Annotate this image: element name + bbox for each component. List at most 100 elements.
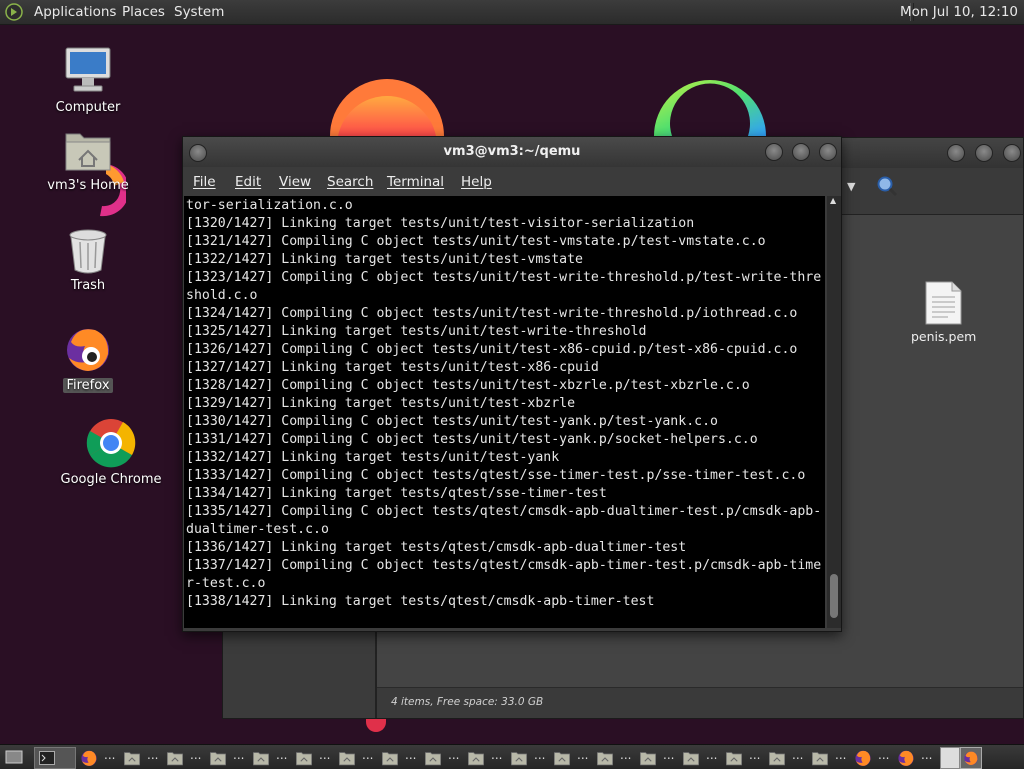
text-file-icon	[925, 281, 962, 325]
terminal-line: [1321/1427] Compiling C object tests/uni…	[186, 234, 766, 249]
terminal-screen[interactable]: tor-serialization.c.o [1320/1427] Linking…	[184, 196, 825, 628]
maximize-button[interactable]	[792, 143, 810, 161]
wallpaper-orange-arc	[330, 79, 444, 136]
chrome-icon	[86, 419, 136, 468]
terminal-line: [1335/1427] Compiling C object tests/qte…	[186, 504, 822, 519]
clock[interactable]: Mon Jul 10, 12:10	[900, 4, 1018, 20]
search-icon[interactable]	[875, 174, 899, 198]
home-folder-icon[interactable]	[768, 748, 786, 768]
taskbar-item-terminal[interactable]	[34, 747, 76, 769]
system-menu[interactable]: System	[174, 4, 224, 20]
home-folder-icon[interactable]	[123, 748, 141, 768]
menu-help[interactable]: Help	[461, 174, 492, 190]
taskbar-ellipsis: ...	[319, 748, 331, 762]
bottom-taskbar: ........................................…	[0, 744, 1024, 769]
taskbar-ellipsis: ...	[534, 748, 546, 762]
menu-file[interactable]: File	[193, 174, 216, 190]
terminal-line: dualtimer-test.c.o	[186, 522, 329, 537]
taskbar-item-blank[interactable]	[940, 747, 960, 769]
terminal-line: [1331/1427] Compiling C object tests/uni…	[186, 432, 758, 447]
terminal-line: [1322/1427] Linking target tests/unit/te…	[186, 252, 583, 267]
close-button[interactable]	[819, 143, 837, 161]
terminal-menubar: File Edit View Search Terminal Help	[183, 167, 841, 195]
firefox-icon	[67, 329, 109, 371]
firefox-icon[interactable]	[897, 748, 915, 768]
terminal-line: [1332/1427] Linking target tests/unit/te…	[186, 450, 560, 465]
wallpaper-red-dot	[366, 718, 386, 732]
computer-icon	[65, 47, 111, 92]
taskbar-ellipsis: ...	[448, 748, 460, 762]
desktop-icon-home[interactable]: vm3's Home	[33, 126, 143, 193]
desktop-icon-computer[interactable]: Computer	[33, 44, 143, 115]
file-item-penis-pem[interactable]: penis.pem	[911, 281, 977, 345]
terminal-line: [1333/1427] Compiling C object tests/qte…	[186, 468, 806, 483]
taskbar-ellipsis: ...	[405, 748, 417, 762]
mate-logo-icon[interactable]	[5, 3, 23, 21]
terminal-line: [1330/1427] Compiling C object tests/uni…	[186, 414, 718, 429]
menu-terminal[interactable]: Terminal	[387, 174, 444, 190]
taskbar-item-firefox-active[interactable]	[960, 747, 982, 769]
home-folder-icon[interactable]	[510, 748, 528, 768]
minimize-button[interactable]	[947, 144, 965, 162]
applications-menu[interactable]: Applications	[34, 4, 116, 20]
taskbar-ellipsis: ...	[663, 748, 675, 762]
places-menu[interactable]: Places	[122, 4, 165, 20]
firefox-icon[interactable]	[80, 748, 98, 768]
home-folder-icon[interactable]	[338, 748, 356, 768]
home-folder-icon[interactable]	[811, 748, 829, 768]
taskbar-ellipsis: ...	[921, 748, 933, 762]
terminal-line: shold.c.o	[186, 288, 258, 303]
home-folder-icon[interactable]	[295, 748, 313, 768]
home-folder-icon[interactable]	[682, 748, 700, 768]
taskbar-ellipsis: ...	[147, 748, 159, 762]
maximize-button[interactable]	[975, 144, 993, 162]
menu-search[interactable]: Search	[327, 174, 373, 190]
close-button[interactable]	[1003, 144, 1021, 162]
terminal-line: [1325/1427] Linking target tests/unit/te…	[186, 324, 647, 339]
terminal-titlebar[interactable]: vm3@vm3:~/qemu	[183, 137, 841, 167]
show-desktop-icon[interactable]	[4, 747, 24, 767]
file-item-label: penis.pem	[911, 329, 977, 344]
menu-view[interactable]: View	[279, 174, 311, 190]
minimize-button[interactable]	[765, 143, 783, 161]
chevron-down-icon[interactable]: ▼	[847, 180, 855, 193]
home-folder-icon[interactable]	[639, 748, 657, 768]
firefox-icon[interactable]	[854, 748, 872, 768]
taskbar-ellipsis: ...	[835, 748, 847, 762]
taskbar-ellipsis: ...	[792, 748, 804, 762]
desktop-icon-label: vm3's Home	[47, 178, 129, 193]
terminal-window[interactable]: vm3@vm3:~/qemu File Edit View Search Ter…	[182, 136, 842, 632]
taskbar-ellipsis: ...	[362, 748, 374, 762]
home-folder-icon[interactable]	[381, 748, 399, 768]
desktop-icon-label: Firefox	[63, 378, 113, 393]
desktop-icon-trash[interactable]: Trash	[33, 228, 143, 293]
terminal-line: [1326/1427] Compiling C object tests/uni…	[186, 342, 798, 357]
terminal-line: [1324/1427] Compiling C object tests/uni…	[186, 306, 798, 321]
file-manager-statusbar: 4 items, Free space: 33.0 GB	[377, 687, 1023, 718]
terminal-line: tor-serialization.c.o	[186, 198, 353, 213]
desktop-icon-label: Trash	[70, 278, 106, 293]
terminal-line: [1337/1427] Compiling C object tests/qte…	[186, 558, 822, 573]
taskbar-ellipsis: ...	[190, 748, 202, 762]
desktop-icon-chrome[interactable]: Google Chrome	[56, 418, 166, 487]
home-folder-icon[interactable]	[596, 748, 614, 768]
status-text: 4 items, Free space: 33.0 GB	[391, 696, 544, 708]
desktop-icon-firefox[interactable]: Firefox	[33, 324, 143, 393]
scroll-up-arrow-icon[interactable]: ▲	[830, 196, 836, 205]
home-folder-icon[interactable]	[553, 748, 571, 768]
desktop-icon-label: Google Chrome	[60, 472, 162, 487]
home-folder-icon[interactable]	[166, 748, 184, 768]
home-folder-icon[interactable]	[252, 748, 270, 768]
taskbar-ellipsis: ...	[706, 748, 718, 762]
home-folder-icon[interactable]	[467, 748, 485, 768]
terminal-line: [1327/1427] Linking target tests/unit/te…	[186, 360, 599, 375]
menu-edit[interactable]: Edit	[235, 174, 261, 190]
terminal-scrollbar[interactable]: ▲	[827, 196, 841, 628]
taskbar-ellipsis: ...	[491, 748, 503, 762]
terminal-output: tor-serialization.c.o [1320/1427] Linking…	[186, 197, 821, 611]
home-folder-icon[interactable]	[725, 748, 743, 768]
scrollbar-thumb[interactable]	[830, 574, 838, 618]
terminal-line: [1336/1427] Linking target tests/qtest/c…	[186, 540, 687, 555]
home-folder-icon[interactable]	[424, 748, 442, 768]
home-folder-icon[interactable]	[209, 748, 227, 768]
